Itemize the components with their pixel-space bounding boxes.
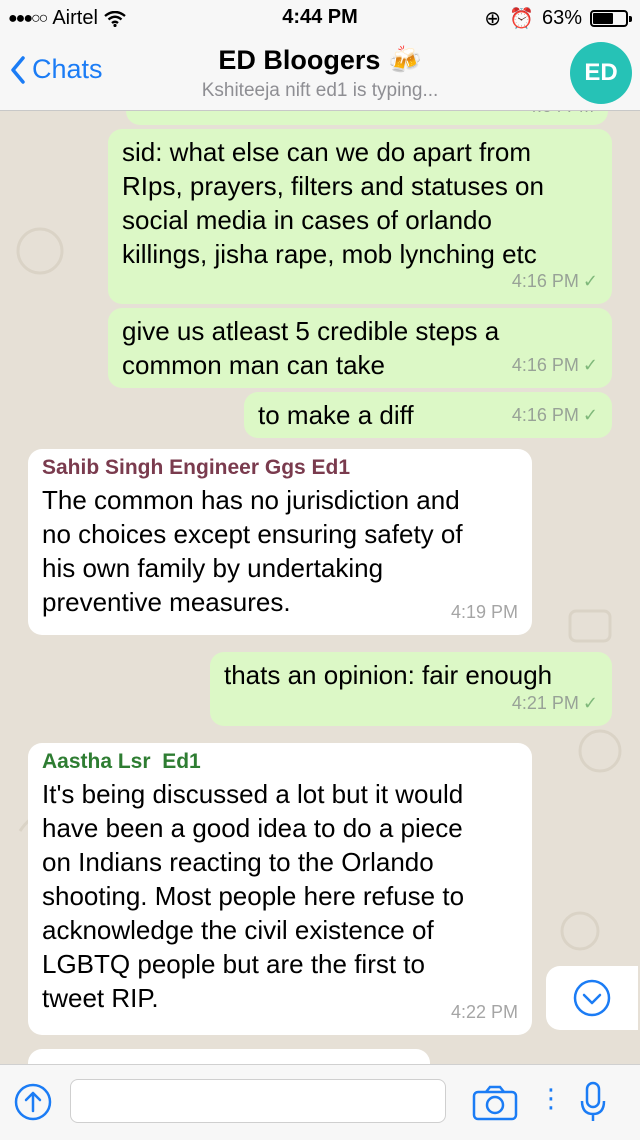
message-line: shooting. Most people here refuse to <box>42 881 465 911</box>
message-line: LGBTQ people but are the first to <box>42 949 425 979</box>
message-bubble[interactable] <box>28 1049 430 1064</box>
message-time: 4:22 PM <box>450 1002 518 1022</box>
orientation-lock-icon: ⊕ <box>484 8 502 30</box>
message-input[interactable] <box>70 1079 446 1123</box>
message-line: The common has no jurisdiction and <box>42 485 460 515</box>
message-line: preventive measures. <box>42 587 291 617</box>
battery-nub <box>629 16 632 22</box>
message-time: 4:16 PM ✓ <box>512 264 598 298</box>
microphone-icon[interactable] <box>580 1081 606 1123</box>
group-title[interactable]: ED Bloogers 🍻 <box>0 44 640 76</box>
message-list[interactable]: 4:04 PM sid: what else can we do apart f… <box>0 111 640 1064</box>
message-line: give us atleast 5 credible steps a <box>122 316 500 346</box>
message-bubble[interactable]: Sahib Singh Engineer Ggs Ed1 The common … <box>28 449 532 635</box>
input-bar: ⋮ <box>0 1064 640 1140</box>
message-bubble[interactable]: Aastha Lsr Ed1 It's being discussed a lo… <box>28 743 532 1035</box>
scroll-to-bottom-button[interactable] <box>546 966 638 1030</box>
alarm-icon: ⏰ <box>509 8 534 30</box>
message-line: no choices except ensuring safety of <box>42 519 463 549</box>
chevron-down-circle-icon <box>573 979 611 1017</box>
check-icon: ✓ <box>582 271 598 291</box>
battery-fill <box>593 13 614 24</box>
message-line: sid: what else can we do apart from <box>122 137 531 167</box>
camera-icon[interactable] <box>472 1085 518 1121</box>
chat-header: Chats ED Bloogers 🍻 Kshiteeja nift ed1 i… <box>0 36 640 111</box>
check-icon: ✓ <box>582 355 598 375</box>
check-icon: ✓ <box>582 693 598 713</box>
message-bubble[interactable]: to make a diff 4:16 PM ✓ <box>244 392 612 438</box>
message-line: tweet RIP. <box>42 983 159 1013</box>
typing-status: Kshiteeja nift ed1 is typing... <box>201 80 439 101</box>
message-line: It's being discussed a lot but it would <box>42 779 464 809</box>
message-time: 4:04 PM <box>527 111 594 123</box>
more-icon[interactable]: ⋮ <box>538 1083 564 1114</box>
message-line: his own family by undertaking <box>42 553 384 583</box>
check-icon: ✓ <box>582 405 598 425</box>
message-time: 4:21 PM ✓ <box>512 686 598 720</box>
message-line: on Indians reacting to the Orlando <box>42 847 434 877</box>
battery-icon <box>590 10 632 27</box>
message-time: 4:16 PM ✓ <box>512 398 598 432</box>
battery-percent: 63% <box>541 7 582 29</box>
message-line: acknowledge the civil existence of <box>42 915 434 945</box>
sender-name[interactable]: Sahib Singh Engineer Ggs Ed1 <box>42 453 518 483</box>
status-bar: ●●●○○ Airtel 4:44 PM ⊕ ⏰ 63% <box>0 0 640 36</box>
message-line: have been a good idea to do a piece <box>42 813 463 843</box>
message-bubble[interactable]: sid: what else can we do apart from RIps… <box>108 129 612 304</box>
message-time: 4:16 PM ✓ <box>512 348 598 382</box>
sender-name[interactable]: Aastha Lsr Ed1 <box>42 747 518 777</box>
message-line: social media in cases of orlando <box>122 205 492 235</box>
attach-upload-icon[interactable] <box>14 1083 52 1121</box>
message-bubble[interactable]: thats an opinion: fair enough 4:21 PM ✓ <box>210 652 612 726</box>
group-avatar[interactable]: ED <box>570 42 632 104</box>
message-time: 4:19 PM <box>450 602 518 622</box>
message-bubble[interactable]: give us atleast 5 credible steps a commo… <box>108 308 612 388</box>
message-line: RIps, prayers, filters and statuses on <box>122 171 544 201</box>
status-right: ⊕ ⏰ 63% <box>484 6 632 31</box>
message-bubble[interactable]: 4:04 PM <box>126 111 608 125</box>
